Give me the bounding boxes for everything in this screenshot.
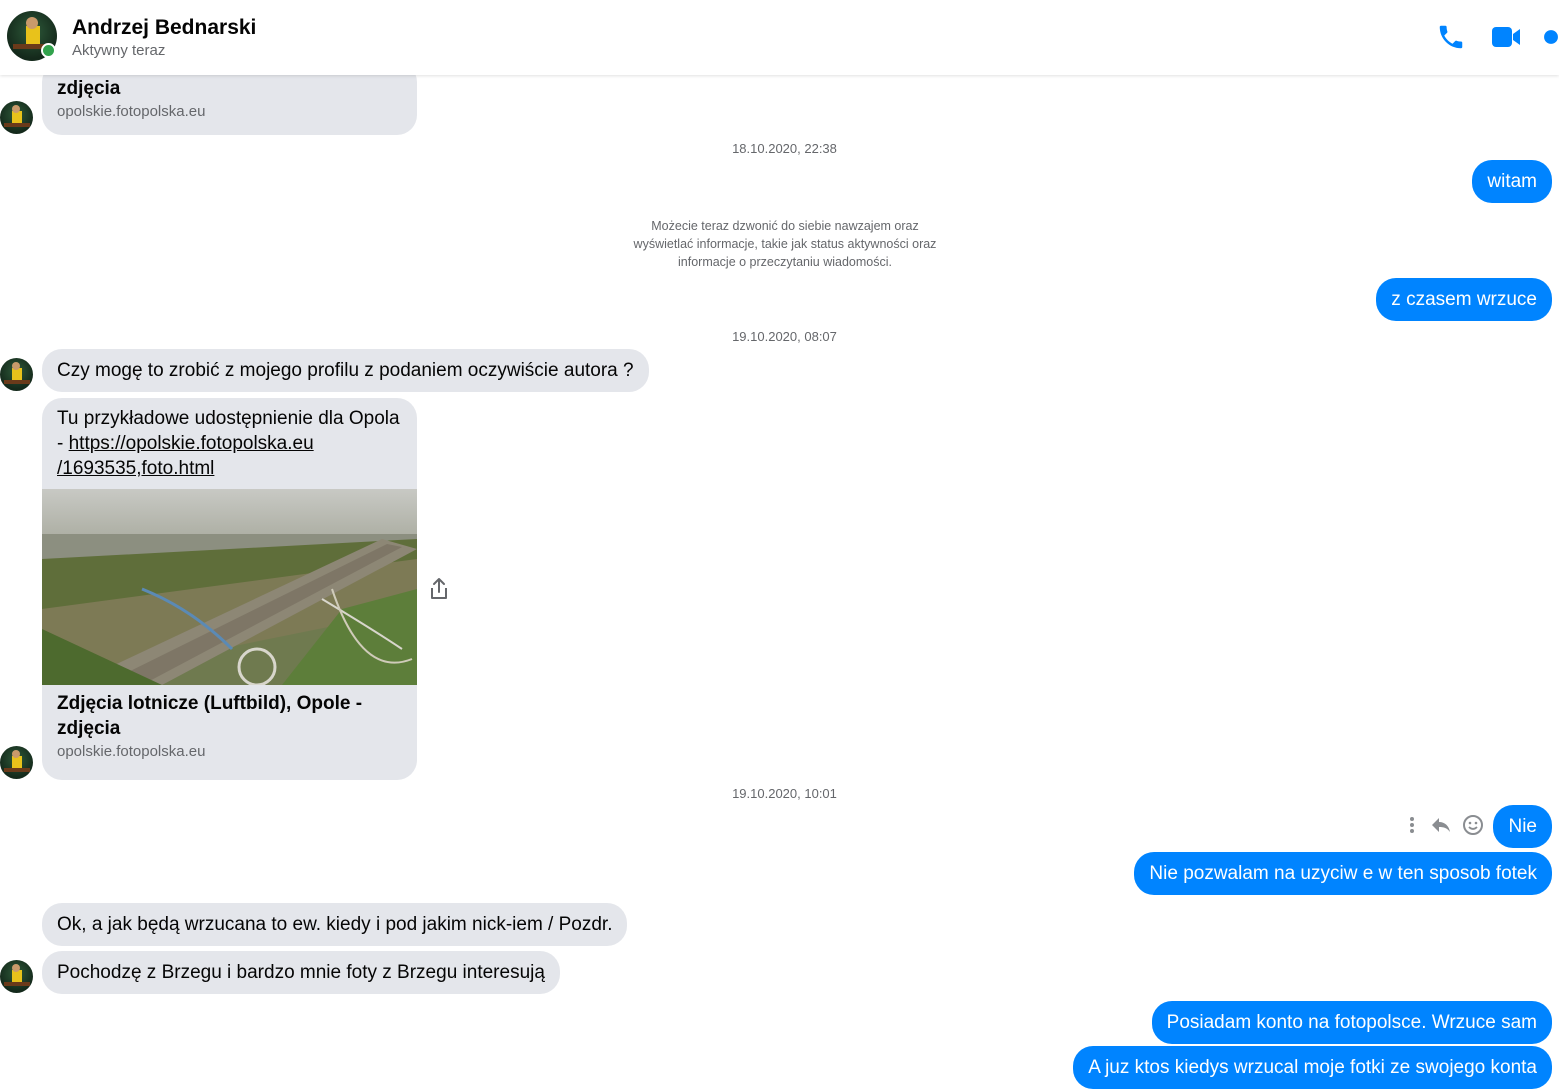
more-options-icon[interactable] xyxy=(1404,815,1420,840)
contact-avatar[interactable] xyxy=(0,746,33,779)
sent-message[interactable]: witam xyxy=(1472,160,1552,203)
chat-header: Andrzej Bednarski Aktywny teraz xyxy=(0,0,1559,75)
sent-message[interactable]: Nie pozwalam na uzyciw e w ten sposob fo… xyxy=(1134,852,1552,895)
sent-message[interactable]: z czasem wrzuce xyxy=(1376,278,1552,321)
timestamp: 18.10.2020, 22:38 xyxy=(732,141,837,156)
link-preview-card[interactable]: Tu przykładowe udostępnienie dla Opola -… xyxy=(42,398,417,780)
info-icon[interactable] xyxy=(1543,20,1559,54)
contact-avatar[interactable] xyxy=(0,358,33,391)
card-message-prefix: Tu przykładowe udostępnienie dla Opola xyxy=(57,408,400,429)
contact-avatar[interactable] xyxy=(0,960,33,993)
contact-avatar[interactable] xyxy=(0,101,33,134)
sent-message[interactable]: A juz ktos kiedys wrzucal moje fotki ze … xyxy=(1073,1046,1552,1089)
aerial-photo-image[interactable] xyxy=(42,489,417,685)
contact-status: Aktywny teraz xyxy=(72,42,166,59)
reply-icon[interactable] xyxy=(1430,815,1452,840)
online-status-indicator xyxy=(41,43,56,58)
card-domain: opolskie.fotopolska.eu xyxy=(57,743,206,760)
message-actions xyxy=(1404,814,1484,841)
card-title-line2: zdjęcia xyxy=(57,718,121,739)
card-dash: - xyxy=(57,433,69,454)
card-link-line1[interactable]: https://opolskie.fotopolska.eu xyxy=(69,433,314,454)
received-message[interactable]: Ok, a jak będą wrzucana to ew. kiedy i p… xyxy=(42,903,628,946)
video-icon[interactable] xyxy=(1489,20,1523,54)
card-title: zdjęcia xyxy=(57,78,121,99)
reaction-icon[interactable] xyxy=(1462,814,1484,841)
share-icon[interactable] xyxy=(428,577,450,601)
timestamp: 19.10.2020, 10:01 xyxy=(732,786,837,801)
card-message-text: Tu przykładowe udostępnienie dla Opola -… xyxy=(42,398,417,489)
card-title-line1: Zdjęcia lotnicze (Luftbild), Opole - xyxy=(57,693,363,714)
message-list: zdjęcia opolskie.fotopolska.eu 18.10.202… xyxy=(0,0,1559,1091)
card-link-line2[interactable]: /1693535,foto.html xyxy=(57,458,214,479)
sent-message[interactable]: Nie xyxy=(1493,805,1552,848)
timestamp: 19.10.2020, 08:07 xyxy=(732,329,837,344)
received-message[interactable]: Czy mogę to zrobić z mojego profilu z po… xyxy=(42,349,649,392)
contact-name[interactable]: Andrzej Bednarski xyxy=(72,16,256,40)
system-note: Możecie teraz dzwonić do siebie nawzajem… xyxy=(633,219,937,269)
sent-message[interactable]: Posiadam konto na fotopolsce. Wrzuce sam xyxy=(1151,1001,1552,1044)
received-message[interactable]: Pochodzę z Brzegu i bardzo mnie foty z B… xyxy=(42,951,560,994)
card-domain: opolskie.fotopolska.eu xyxy=(57,103,206,120)
phone-icon[interactable] xyxy=(1434,20,1468,54)
